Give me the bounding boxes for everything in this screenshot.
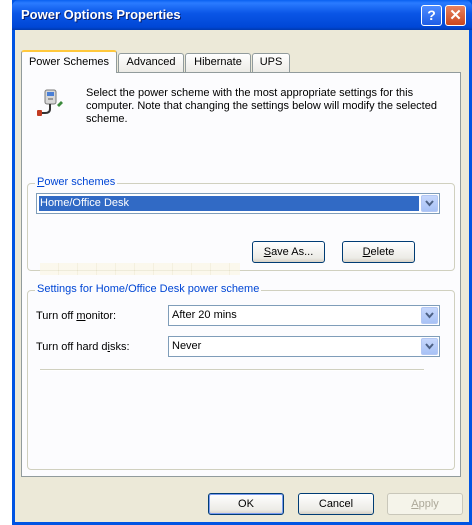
tab-label: UPS (259, 56, 283, 68)
ok-label: OK (238, 498, 254, 510)
power-schemes-group: Power schemes Home/Office Desk Save As..… (27, 176, 455, 275)
cancel-label: Cancel (318, 498, 354, 510)
power-schemes-label: Power schemes (35, 176, 118, 188)
cancel-button[interactable]: Cancel (298, 493, 374, 515)
tab-power-schemes[interactable]: Power Schemes (21, 50, 117, 73)
window-title: Power Options Properties (21, 7, 181, 22)
scheme-settings-group: Settings for Home/Office Desk power sche… (27, 283, 455, 470)
dialog-client-area: Power Schemes Advanced Hibernate UPS Sel… (15, 30, 469, 522)
dropdown-button[interactable] (421, 195, 438, 212)
close-icon: ✕ (449, 7, 462, 24)
chevron-down-icon (425, 312, 434, 319)
settings-divider (40, 369, 424, 371)
tab-label: Advanced (126, 56, 176, 68)
dialog-window: Power Options Properties ? ✕ Power Schem… (12, 0, 472, 525)
turn-off-monitor-value: After 20 mins (172, 309, 237, 321)
save-as-button[interactable]: Save As... (252, 241, 325, 263)
scheme-settings-title: Settings for Home/Office Desk power sche… (35, 283, 262, 295)
close-button[interactable]: ✕ (445, 5, 466, 26)
apply-button[interactable]: Apply (387, 493, 463, 515)
tab-advanced[interactable]: Advanced (118, 53, 184, 72)
turn-off-hard-disks-value: Never (172, 340, 202, 352)
tab-label: Hibernate (194, 56, 242, 68)
power-scheme-select[interactable]: Home/Office Desk (36, 193, 440, 214)
scheme-list-shadow (40, 263, 240, 275)
turn-off-monitor-select[interactable]: After 20 mins (168, 305, 440, 326)
power-scheme-value: Home/Office Desk (40, 197, 130, 209)
dropdown-button[interactable] (421, 338, 438, 355)
chevron-down-icon (425, 200, 434, 207)
help-button[interactable]: ? (421, 5, 442, 26)
help-icon: ? (427, 7, 436, 23)
turn-off-hard-disks-label: Turn off hard disks: (36, 341, 130, 353)
tab-label: Power Schemes (28, 56, 110, 68)
delete-button[interactable]: Delete (342, 241, 415, 263)
turn-off-hard-disks-select[interactable]: Never (168, 336, 440, 357)
ok-button[interactable]: OK (208, 493, 284, 515)
tab-panel-power-schemes: Select the power scheme with the most ap… (21, 72, 461, 477)
turn-off-monitor-label: Turn off monitor: (36, 310, 117, 322)
tab-hibernate[interactable]: Hibernate (185, 53, 251, 72)
dropdown-button[interactable] (421, 307, 438, 324)
intro-description: Select the power scheme with the most ap… (86, 87, 437, 125)
tab-ups[interactable]: UPS (252, 53, 290, 72)
chevron-down-icon (425, 343, 434, 350)
title-bar[interactable]: Power Options Properties ? ✕ (12, 0, 472, 30)
power-options-icon (36, 87, 66, 117)
